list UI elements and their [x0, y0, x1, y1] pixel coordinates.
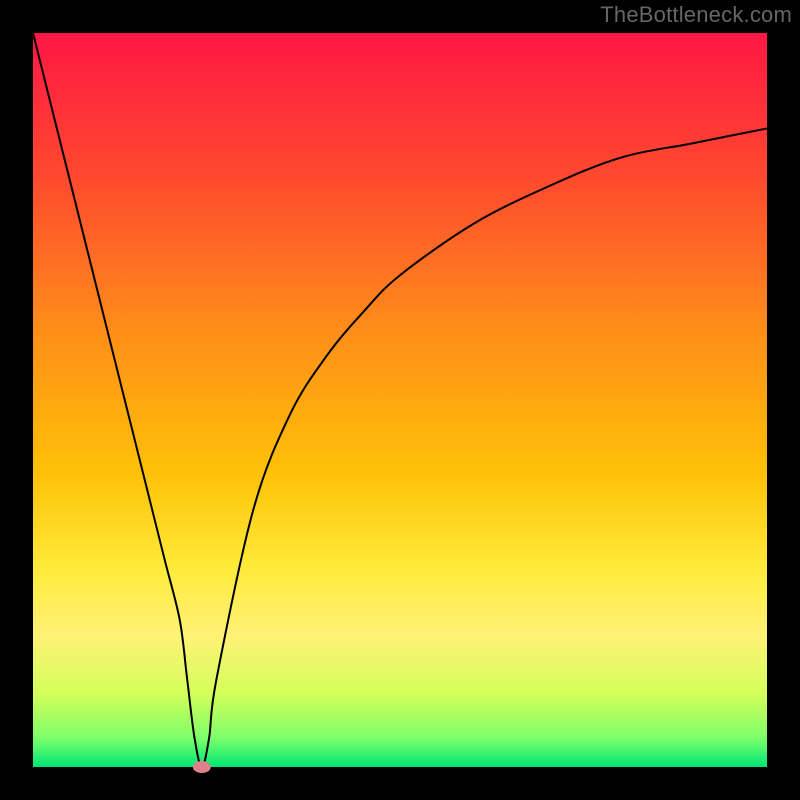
- chart-svg: [0, 0, 800, 800]
- plot-background: [33, 33, 767, 767]
- watermark-label: TheBottleneck.com: [600, 2, 792, 28]
- chart-container: TheBottleneck.com: [0, 0, 800, 800]
- minimum-marker: [193, 761, 211, 773]
